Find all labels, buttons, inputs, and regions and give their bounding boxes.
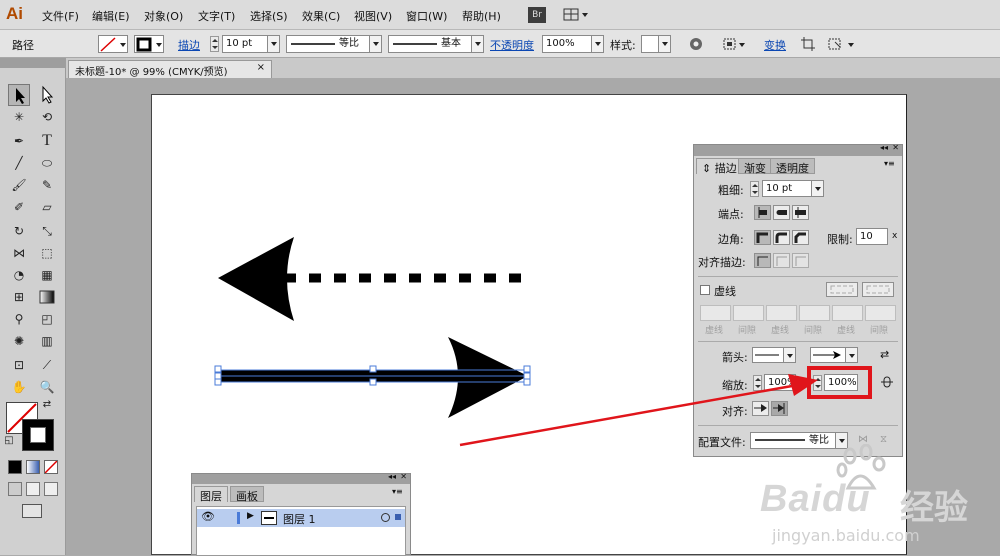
target-icon[interactable] bbox=[381, 513, 390, 522]
tab-layers[interactable]: 图层 bbox=[194, 486, 228, 503]
watermark-brand: Baidu bbox=[760, 478, 871, 520]
panel-header[interactable]: ◂◂ ✕ bbox=[192, 472, 410, 484]
layer-row[interactable]: 👁 ▶ 图层 1 bbox=[197, 509, 405, 527]
expand-triangle-icon[interactable]: ▶ bbox=[247, 511, 254, 521]
baidu-watermark: Baidu 经验 jingyan.baidu.com bbox=[760, 442, 1000, 555]
layers-list: 👁 ▶ 图层 1 bbox=[196, 506, 406, 556]
selection-indicator-icon[interactable] bbox=[395, 514, 401, 520]
layer-name[interactable]: 图层 1 bbox=[283, 511, 316, 527]
layer-color-bar bbox=[237, 512, 240, 524]
watermark-text: 经验 bbox=[900, 488, 968, 528]
tab-artboards[interactable]: 画板 bbox=[230, 486, 264, 503]
layer-thumbnail-icon bbox=[261, 511, 277, 525]
collapse-icon[interactable]: ◂◂ bbox=[388, 472, 396, 481]
layers-panel: ◂◂ ✕ 图层 画板 ▾≡ 👁 ▶ 图层 1 bbox=[191, 472, 411, 556]
panel-menu-icon[interactable]: ▾≡ bbox=[392, 487, 403, 496]
close-icon[interactable]: ✕ bbox=[400, 472, 407, 481]
watermark-url: jingyan.baidu.com bbox=[772, 526, 920, 545]
eye-icon[interactable]: 👁 bbox=[201, 510, 215, 523]
